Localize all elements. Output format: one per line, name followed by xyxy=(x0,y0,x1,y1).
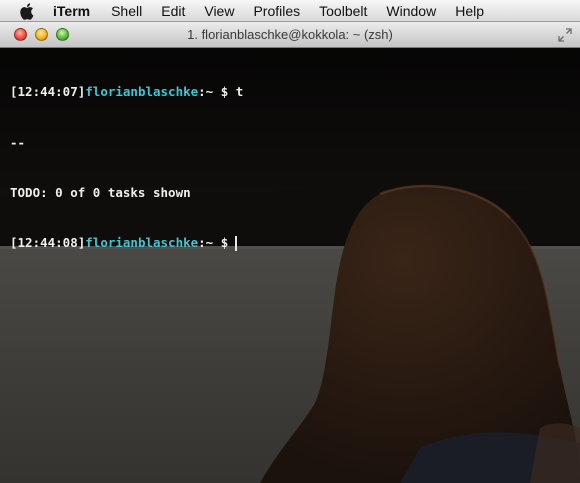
text-cursor xyxy=(235,235,237,251)
prompt-line: [12:44:07] florianblaschke:~ $ t xyxy=(10,84,243,101)
command-text: t xyxy=(235,84,244,100)
menu-window[interactable]: Window xyxy=(386,0,436,22)
menu-app-name[interactable]: iTerm xyxy=(53,0,90,22)
desktop-screen: iTerm Shell Edit View Profiles Toolbelt … xyxy=(0,0,580,483)
output-line: TODO: 0 of 0 tasks shown xyxy=(10,185,243,202)
menu-help[interactable]: Help xyxy=(455,0,484,22)
menu-profiles[interactable]: Profiles xyxy=(253,0,300,22)
output-text: -- xyxy=(10,134,26,150)
prompt-timestamp: [12:44:07] xyxy=(10,84,86,100)
window-titlebar[interactable]: 1. florianblaschke@kokkola: ~ (zsh) xyxy=(0,22,580,48)
menu-bar: iTerm Shell Edit View Profiles Toolbelt … xyxy=(0,0,580,22)
apple-logo-icon[interactable] xyxy=(17,2,39,20)
menu-toolbelt[interactable]: Toolbelt xyxy=(319,0,367,22)
menu-view[interactable]: View xyxy=(204,0,234,22)
terminal-session[interactable]: [12:44:07] florianblaschke:~ $ t -- TODO… xyxy=(0,48,580,483)
window-title: 1. florianblaschke@kokkola: ~ (zsh) xyxy=(187,27,393,42)
output-text: TODO: 0 of 0 tasks shown xyxy=(10,184,191,200)
prompt-path: :~ $ xyxy=(198,84,236,100)
prompt-user: florianblaschke xyxy=(85,234,199,250)
menu-edit[interactable]: Edit xyxy=(161,0,185,22)
output-line: -- xyxy=(10,135,243,152)
menu-shell[interactable]: Shell xyxy=(111,0,142,22)
prompt-path: :~ $ xyxy=(198,234,229,250)
prompt-timestamp: [12:44:08] xyxy=(10,234,86,250)
prompt-line: [12:44:08] florianblaschke:~ $ xyxy=(10,235,243,252)
terminal-window: 1. florianblaschke@kokkola: ~ (zsh) [12:… xyxy=(0,22,580,483)
prompt-user: florianblaschke xyxy=(85,84,199,100)
terminal-output: [12:44:07] florianblaschke:~ $ t -- TODO… xyxy=(10,51,243,285)
fullscreen-icon[interactable] xyxy=(558,28,572,42)
